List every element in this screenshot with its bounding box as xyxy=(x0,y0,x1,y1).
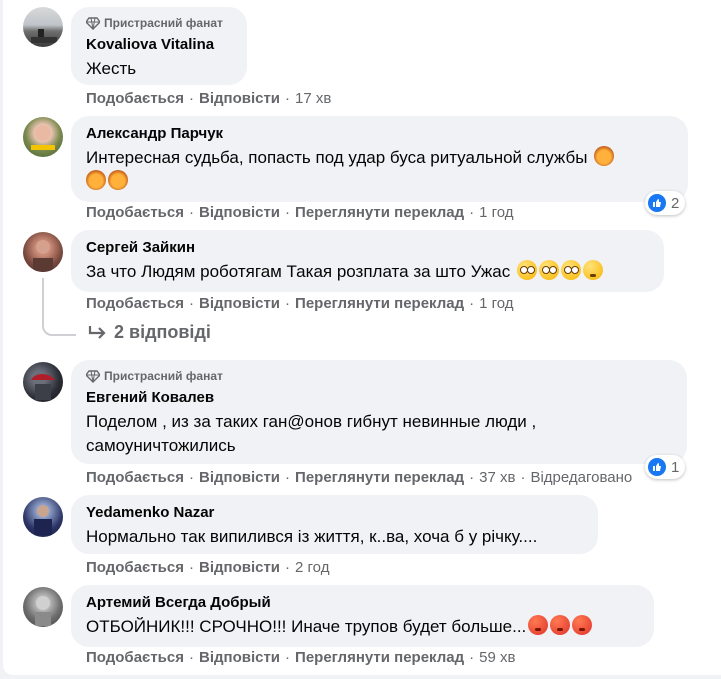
like-icon xyxy=(648,458,666,476)
reply-link[interactable]: Відповісти xyxy=(199,559,280,576)
comment-author[interactable]: Евгений Ковалев xyxy=(86,388,675,407)
flushed-emoji-icon xyxy=(517,260,537,280)
like-icon xyxy=(648,194,666,212)
edited-label: Відредаговано xyxy=(530,469,633,486)
badge-label: Пристрасний фанат xyxy=(104,369,223,383)
comment-text: Жесть xyxy=(86,59,137,78)
reaction-count[interactable]: 2 xyxy=(645,191,686,215)
comment-text: Нормально так випилився із життя, к..ва,… xyxy=(86,527,538,546)
comment-time[interactable]: 1 год xyxy=(479,204,513,221)
angry-emoji-icon xyxy=(572,615,593,635)
lion-emoji-icon xyxy=(86,170,106,190)
avatar[interactable] xyxy=(23,117,63,157)
like-link[interactable]: Подобається xyxy=(86,469,184,486)
reaction-number: 2 xyxy=(671,194,680,212)
like-link[interactable]: Подобається xyxy=(86,649,184,666)
like-link[interactable]: Подобається xyxy=(86,559,184,576)
angry-emoji-icon xyxy=(528,615,549,635)
person-icon xyxy=(34,505,52,535)
comment-actions: Подобається · Відповісти · Переглянути перек… xyxy=(86,649,516,666)
comment-text-line: ОТБОЙНИК!!! СРОЧНО!!! Иначе трупов будет… xyxy=(86,617,527,636)
translate-link[interactable]: Переглянути переклад xyxy=(295,469,464,486)
comment-bubble: Пристрасний фанат Евгений Ковалев Подело… xyxy=(71,360,687,464)
like-link[interactable]: Подобається xyxy=(86,204,184,221)
comment-author[interactable]: Kovaliova Vitalina xyxy=(86,35,235,54)
comment-text-line: Поделом , из за таких ган@онов гибнут не… xyxy=(86,412,537,431)
comment-bubble: Сергей Зайкин За что Людям роботягам Так… xyxy=(71,230,664,292)
comment-author[interactable]: Сергей Зайкин xyxy=(86,238,652,257)
translate-link[interactable]: Переглянути переклад xyxy=(295,649,464,666)
replies-count: 2 відповіді xyxy=(114,322,211,342)
comment-text: Интересная судьба, попасть под удар буса… xyxy=(86,146,676,194)
avatar[interactable] xyxy=(23,7,63,47)
silhouette-icon xyxy=(31,29,57,43)
thread-connector xyxy=(42,278,76,336)
reply-link[interactable]: Відповісти xyxy=(199,90,280,107)
comment-bubble: Артемий Всегда Добрый ОТБОЙНИК!!! СРОЧНО… xyxy=(71,585,654,647)
comment-author[interactable]: Артемий Всегда Добрый xyxy=(86,593,642,612)
reply-link[interactable]: Відповісти xyxy=(199,649,280,666)
comment-actions: Подобається · Відповісти · Переглянути перек… xyxy=(86,204,514,221)
view-replies-link[interactable]: 2 відповіді xyxy=(88,322,211,343)
person-icon xyxy=(31,125,55,150)
comment-actions: Подобається · Відповісти · 17 хв xyxy=(86,90,332,107)
angry-emoji-icon xyxy=(550,615,571,635)
diamond-icon xyxy=(86,17,100,30)
comment-time[interactable]: 17 хв xyxy=(295,90,331,107)
person-icon xyxy=(35,596,51,626)
diamond-icon xyxy=(86,370,100,383)
comment-time[interactable]: 1 год xyxy=(479,295,513,312)
like-link[interactable]: Подобається xyxy=(86,90,184,107)
avatar[interactable] xyxy=(23,497,63,537)
avatar[interactable] xyxy=(23,362,63,402)
comment-text-line: Интересная судьба, попасть под удар буса… xyxy=(86,148,588,167)
fan-badge: Пристрасний фанат xyxy=(86,368,675,384)
comment-author[interactable]: Yedamenko Nazar xyxy=(86,503,586,522)
person-icon xyxy=(33,240,53,272)
reply-link[interactable]: Відповісти xyxy=(199,204,280,221)
lion-emoji-icon xyxy=(108,170,128,190)
comment-bubble: Yedamenko Nazar Нормально так випилився … xyxy=(71,495,598,554)
comment-text: ОТБОЙНИК!!! СРОЧНО!!! Иначе трупов будет… xyxy=(86,615,642,639)
reply-link[interactable]: Відповісти xyxy=(199,469,280,486)
avatar[interactable] xyxy=(23,232,63,272)
flushed-emoji-icon xyxy=(561,260,581,280)
reply-arrow-icon xyxy=(88,325,106,339)
comment-text: Поделом , из за таких ган@онов гибнут не… xyxy=(86,410,675,458)
reply-link[interactable]: Відповісти xyxy=(199,295,280,312)
translate-link[interactable]: Переглянути переклад xyxy=(295,295,464,312)
fan-badge: Пристрасний фанат xyxy=(86,15,235,31)
comment-time[interactable]: 2 год xyxy=(295,559,329,576)
comment-actions: Подобається · Відповісти · Переглянути перек… xyxy=(86,295,514,312)
translate-link[interactable]: Переглянути переклад xyxy=(295,204,464,221)
worried-emoji-icon xyxy=(583,260,603,280)
comment-text-line: За что Людям роботягам Такая розплата за… xyxy=(86,262,511,281)
comment-actions: Подобається · Відповісти · 2 год xyxy=(86,559,330,576)
flushed-emoji-icon xyxy=(539,260,559,280)
avatar[interactable] xyxy=(23,587,63,627)
like-link[interactable]: Подобається xyxy=(86,295,184,312)
comment-actions: Подобається · Відповісти · Переглянути перек… xyxy=(86,469,633,486)
comment-bubble: Александр Парчук Интересная судьба, попа… xyxy=(71,116,688,202)
reaction-number: 1 xyxy=(671,458,680,476)
comment-bubble: Пристрасний фанат Kovaliova Vitalina Жес… xyxy=(71,7,247,85)
comment-author[interactable]: Александр Парчук xyxy=(86,124,676,143)
comment-time[interactable]: 59 хв xyxy=(479,649,515,666)
comment-text-line: самоуничтожились xyxy=(86,436,236,455)
badge-label: Пристрасний фанат xyxy=(104,16,223,30)
lion-emoji-icon xyxy=(594,146,615,166)
reaction-count[interactable]: 1 xyxy=(645,455,686,479)
comment-text: За что Людям роботягам Такая розплата за… xyxy=(86,260,652,284)
comment-time[interactable]: 37 хв xyxy=(479,469,515,486)
person-icon xyxy=(31,374,55,400)
